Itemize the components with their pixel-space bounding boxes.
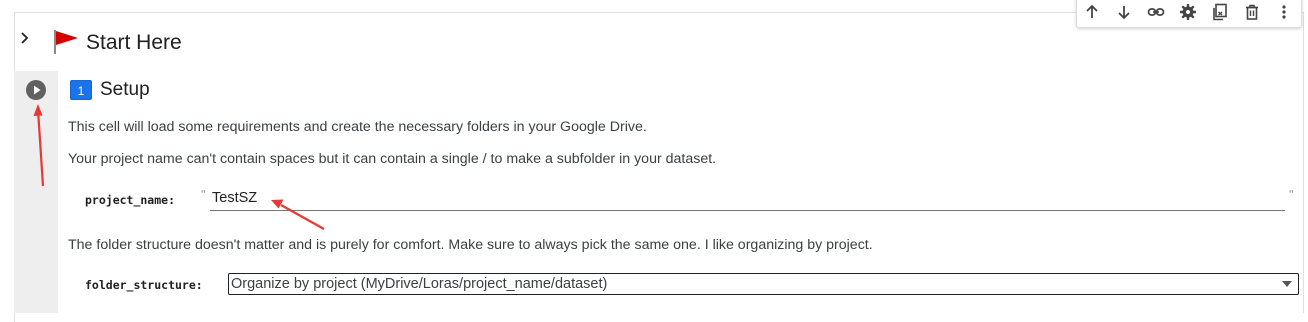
step-number-badge: 1 [70,80,92,100]
project-name-label: project_name: [85,193,176,207]
folder-structure-value: Organize by project (MyDrive/Loras/proje… [231,276,608,292]
arrow-up-icon[interactable] [1083,3,1101,21]
description-text-1: This cell will load some requirements an… [68,119,647,135]
open-quote-mark: " [201,187,206,202]
description-text-2: Your project name can't contain spaces b… [68,151,717,167]
folder-structure-select[interactable]: Organize by project (MyDrive/Loras/proje… [228,273,1299,295]
section-title: Start Here [86,31,182,54]
cell-gutter [14,71,58,313]
chevron-right-icon [21,32,29,44]
dropdown-caret-icon [1282,281,1292,287]
trash-icon[interactable] [1243,3,1261,21]
description-text-3: The folder structure doesn't matter and … [68,237,873,253]
run-cell-button[interactable] [26,80,46,100]
right-border [1303,12,1304,313]
gear-icon[interactable] [1179,3,1197,21]
cell-title: Setup [100,79,150,100]
section-collapse-toggle[interactable] [20,31,34,47]
folder-structure-label: folder_structure: [85,278,203,292]
play-icon [34,85,41,95]
close-quote-mark: " [1289,187,1294,202]
link-icon[interactable] [1147,3,1165,21]
more-vert-icon[interactable] [1275,3,1293,21]
cell-toolbar [1076,0,1302,28]
mirror-cell-icon[interactable] [1211,3,1229,21]
triangular-flag-icon [53,29,79,55]
arrow-down-icon[interactable] [1115,3,1133,21]
step-number: 1 [77,84,85,98]
project-name-input[interactable] [210,186,1285,211]
